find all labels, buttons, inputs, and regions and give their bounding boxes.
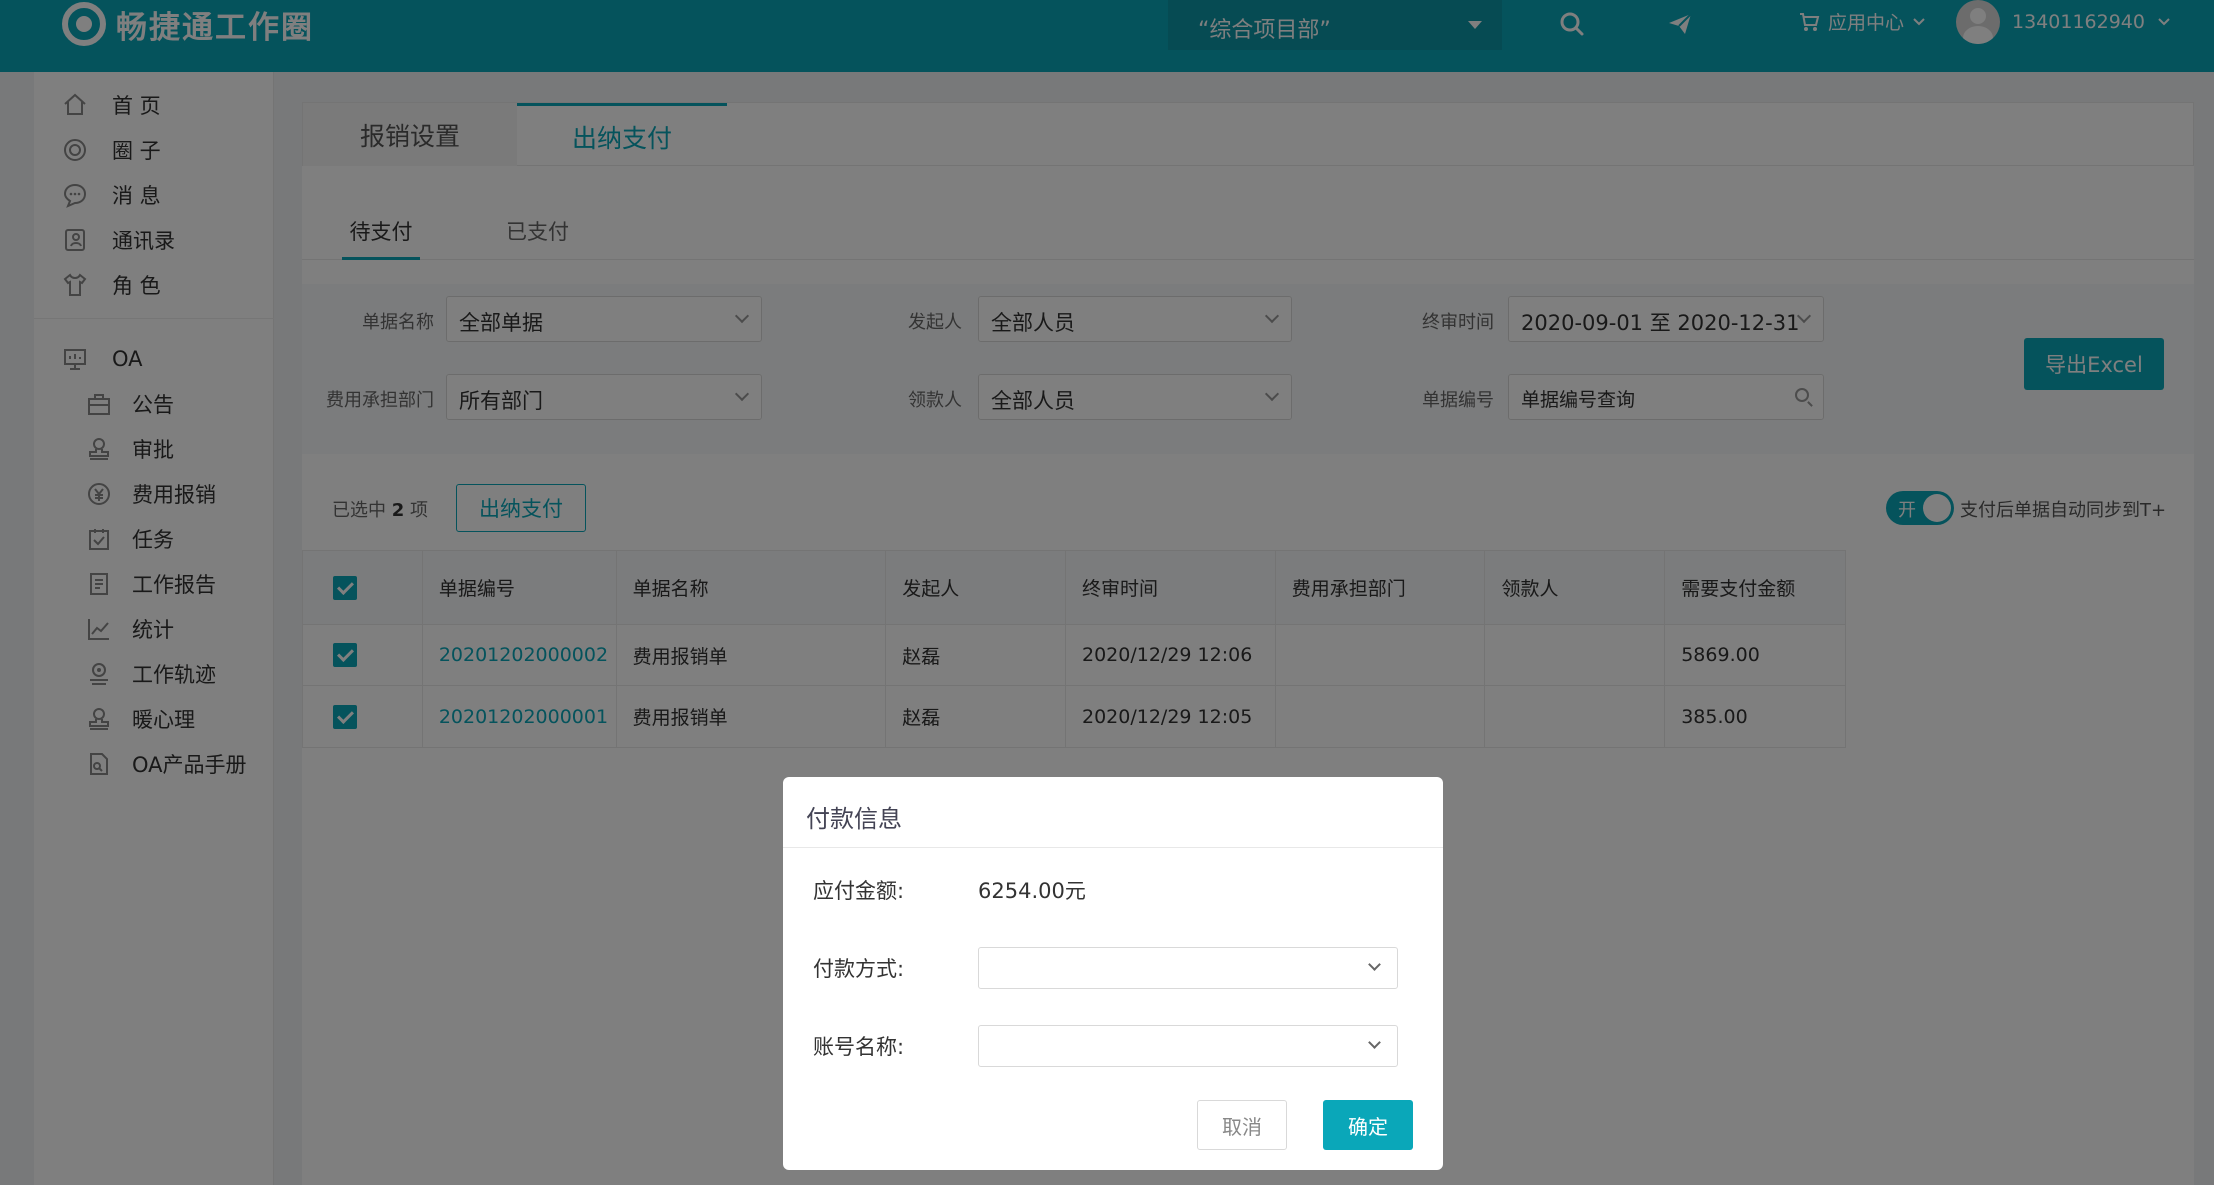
payment-method-select[interactable] bbox=[978, 947, 1398, 989]
chevron-down-icon bbox=[1368, 958, 1381, 971]
account-name-select[interactable] bbox=[978, 1025, 1398, 1067]
cancel-button[interactable]: 取消 bbox=[1197, 1100, 1287, 1150]
account-name-label: 账号名称: bbox=[813, 1035, 905, 1059]
chevron-down-icon bbox=[1368, 1036, 1381, 1049]
dialog-title: 付款信息 bbox=[783, 777, 1443, 848]
payment-info-dialog: 付款信息 应付金额: 6254.00元 付款方式: 账号名称: 取消 确定 bbox=[783, 777, 1443, 1170]
confirm-button[interactable]: 确定 bbox=[1323, 1100, 1413, 1150]
payment-method-label: 付款方式: bbox=[813, 957, 905, 981]
amount-label: 应付金额: bbox=[813, 879, 905, 903]
amount-value: 6254.00元 bbox=[978, 879, 1086, 903]
